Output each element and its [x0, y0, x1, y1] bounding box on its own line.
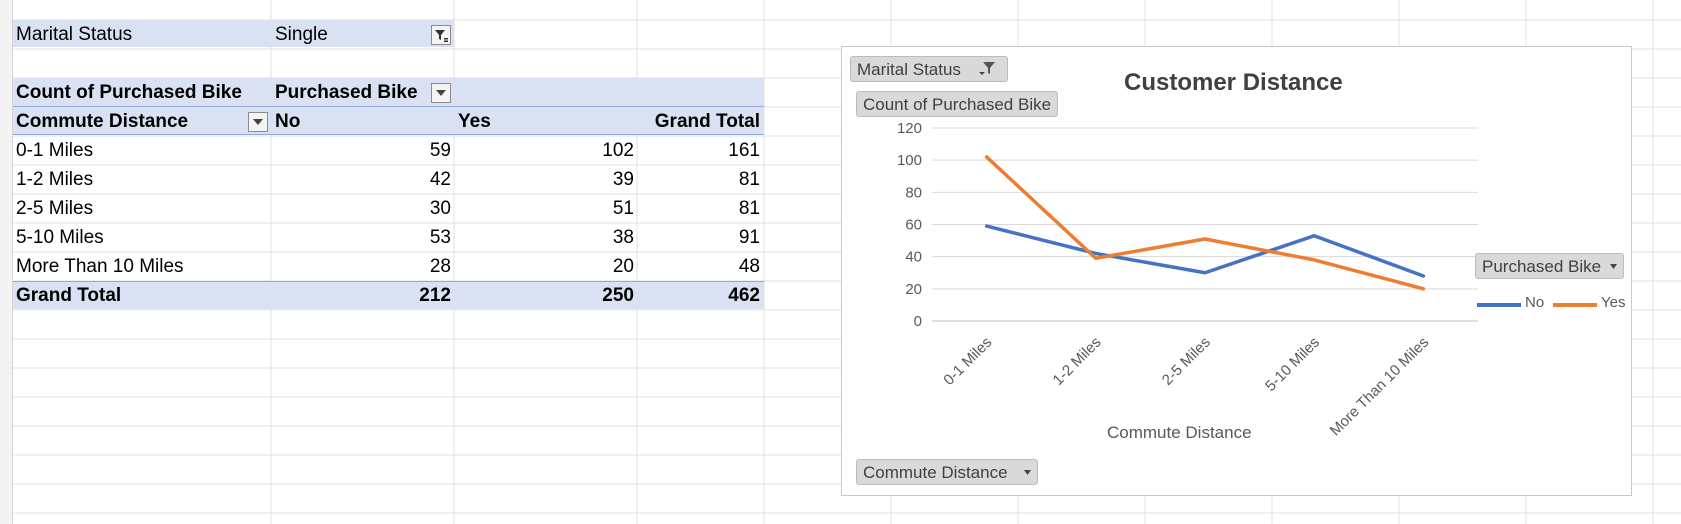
series-line-yes — [984, 155, 1426, 291]
series-line-no — [984, 224, 1426, 278]
cell-no[interactable]: 28 — [300, 253, 451, 280]
axis-field-label: Commute Distance — [863, 463, 1008, 482]
legend-swatch-yes — [1553, 303, 1597, 307]
cell-total[interactable]: 48 — [640, 253, 760, 280]
row-field-dropdown[interactable] — [248, 112, 268, 132]
column-field-label: Purchased Bike — [275, 82, 418, 103]
y-tick-label: 20 — [905, 281, 922, 298]
y-tick-label: 80 — [905, 184, 922, 201]
cell-total[interactable]: 91 — [640, 224, 760, 251]
y-tick-label: 120 — [897, 120, 922, 137]
filter-value[interactable]: Single — [275, 21, 425, 48]
cell-no[interactable]: 30 — [300, 195, 451, 222]
x-tick-label: More Than 10 Miles — [1327, 334, 1433, 440]
chart-legend-field-button[interactable]: Purchased Bike — [1475, 253, 1624, 279]
cell-total[interactable]: 81 — [640, 166, 760, 193]
row-label[interactable]: 5-10 Miles — [16, 224, 266, 251]
chevron-down-icon — [436, 90, 446, 96]
cell-yes[interactable]: 102 — [480, 137, 634, 164]
filter-label: Marital Status — [16, 24, 133, 45]
chevron-down-icon — [1610, 264, 1617, 269]
cell-yes[interactable]: 38 — [480, 224, 634, 251]
x-tick-label: 5-10 Miles — [1262, 334, 1323, 395]
row-header-strip — [0, 0, 13, 524]
x-tick-label: 1-2 Miles — [1050, 334, 1105, 389]
chart-legend: No Yes — [1477, 293, 1627, 317]
cell-total[interactable]: 161 — [640, 137, 760, 164]
grand-total-label[interactable]: Grand Total — [16, 282, 266, 309]
legend-field-label: Purchased Bike — [1482, 257, 1602, 276]
column-header-grand-total: Grand Total — [654, 111, 760, 132]
grand-total-no[interactable]: 212 — [300, 282, 451, 309]
legend-label-no: No — [1525, 294, 1545, 311]
cell-yes[interactable]: 51 — [480, 195, 634, 222]
row-label[interactable]: More Than 10 Miles — [16, 253, 266, 280]
legend-label-yes: Yes — [1601, 294, 1626, 311]
grand-total-yes[interactable]: 250 — [480, 282, 634, 309]
y-tick-label: 0 — [914, 313, 922, 330]
y-tick-label: 60 — [905, 217, 922, 234]
row-field-label: Commute Distance — [16, 111, 189, 132]
row-label[interactable]: 0-1 Miles — [16, 137, 266, 164]
value-field-label: Count of Purchased Bike — [16, 82, 242, 103]
y-tick-label: 40 — [905, 249, 922, 266]
cell-yes[interactable]: 20 — [480, 253, 634, 280]
chart-axis-field-button[interactable]: Commute Distance — [856, 459, 1038, 485]
column-header-yes: Yes — [458, 111, 491, 132]
pivot-chart[interactable]: Marital Status Count of Purchased Bike C… — [841, 46, 1632, 496]
x-tick-label: 2-5 Miles — [1159, 334, 1214, 389]
column-header-no: No — [275, 111, 301, 132]
cell-no[interactable]: 59 — [300, 137, 451, 164]
row-label[interactable]: 2-5 Miles — [16, 195, 266, 222]
column-field-dropdown[interactable] — [431, 83, 451, 103]
x-tick-label: 0-1 Miles — [940, 334, 995, 389]
x-axis-title: Commute Distance — [1107, 423, 1252, 442]
cell-yes[interactable]: 39 — [480, 166, 634, 193]
row-label[interactable]: 1-2 Miles — [16, 166, 266, 193]
chevron-down-icon — [253, 119, 263, 125]
cell-no[interactable]: 53 — [300, 224, 451, 251]
header-divider — [13, 106, 764, 107]
filter-dropdown-button[interactable] — [431, 25, 451, 45]
cell-total[interactable]: 81 — [640, 195, 760, 222]
filter-applied-icon — [435, 30, 448, 42]
cell-no[interactable]: 42 — [300, 166, 451, 193]
y-tick-label: 100 — [897, 152, 922, 169]
grand-total-total[interactable]: 462 — [640, 282, 760, 309]
legend-swatch-no — [1477, 303, 1521, 307]
chevron-down-icon — [1024, 470, 1031, 475]
